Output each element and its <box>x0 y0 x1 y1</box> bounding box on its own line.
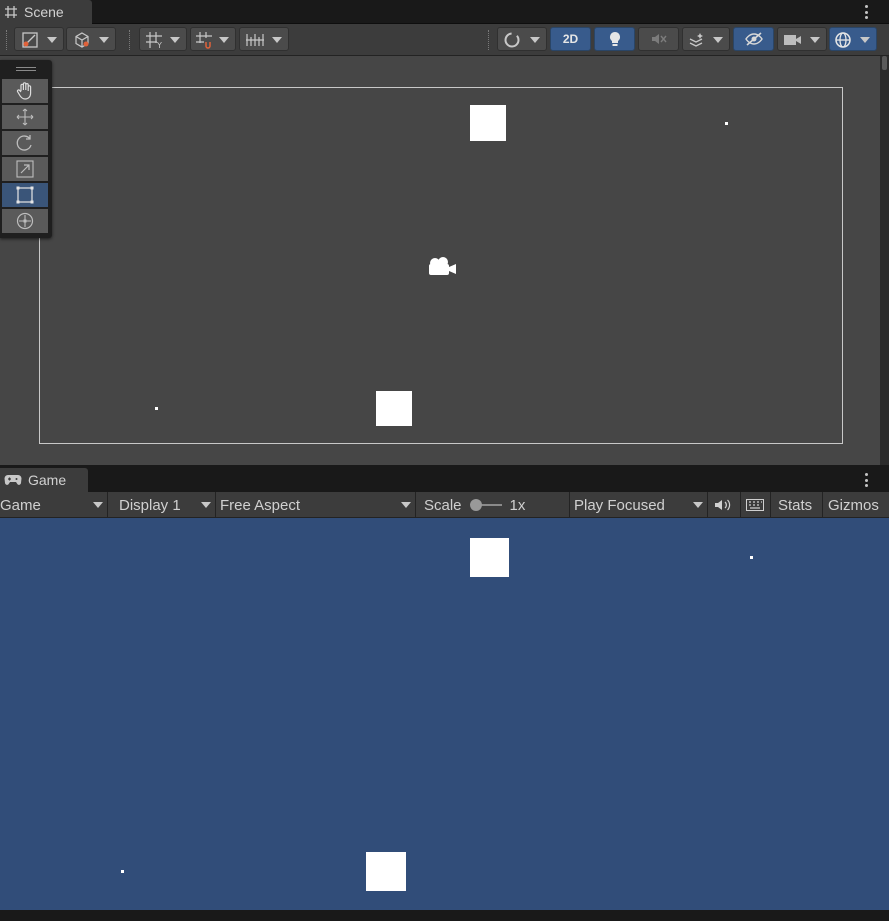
tab-game[interactable]: Game <box>0 468 88 492</box>
gamepad-icon <box>4 475 22 485</box>
hand-tool-button[interactable] <box>2 79 48 103</box>
increment-snap-dropdown[interactable] <box>190 27 236 51</box>
view-mode-label: Game <box>0 496 41 514</box>
game-white-square-top <box>470 538 509 577</box>
scene-tool-palette <box>0 60 52 238</box>
gizmos-dropdown[interactable] <box>829 27 877 51</box>
audio-mute-icon <box>651 34 667 44</box>
game-tab-bar: Game <box>0 468 889 492</box>
play-mode-dropdown[interactable]: Play Focused <box>570 492 708 518</box>
move-tool-button[interactable] <box>2 105 48 129</box>
game-right-edge <box>880 518 889 910</box>
orientation-dropdown[interactable] <box>497 27 547 51</box>
camera-gizmo-icon[interactable] <box>426 255 458 279</box>
tool-palette-grip[interactable] <box>16 67 36 71</box>
game-white-square-bottom <box>366 852 406 891</box>
effects-layers-icon <box>689 33 703 47</box>
align-icon <box>246 34 264 46</box>
gizmos-label: Gizmos <box>828 496 879 514</box>
draw-mode-dropdown[interactable] <box>66 27 116 51</box>
svg-text:Y: Y <box>156 41 162 49</box>
scene-white-dot-bottom[interactable] <box>155 407 158 410</box>
2d-mode-toggle[interactable]: 2D <box>550 27 591 51</box>
scene-tab-label: Scene <box>24 4 64 20</box>
scale-slider-group: Scale 1x <box>416 492 570 518</box>
grid-visibility-dropdown[interactable]: Y <box>139 27 187 51</box>
tab-scene[interactable]: Scene <box>0 0 92 24</box>
scene-tab-bar: Scene <box>0 0 889 24</box>
game-white-dot-bottom <box>121 870 124 873</box>
draw-mode-cube-icon <box>75 32 89 48</box>
view-mode-dropdown[interactable]: Game <box>0 492 108 518</box>
transform-tool-button[interactable] <box>2 209 48 233</box>
camera-dropdown[interactable] <box>777 27 827 51</box>
grid-hash-icon <box>5 6 17 18</box>
game-toolbar: Game Display 1 Free Aspect Scale 1x Play… <box>0 492 889 518</box>
scene-viewport[interactable] <box>0 56 880 465</box>
rotate-tool-icon <box>16 135 32 151</box>
tool-handle-icon <box>22 32 38 48</box>
scene-white-square-top[interactable] <box>470 105 506 141</box>
toolbar-separator <box>129 30 131 50</box>
gizmos-toggle[interactable]: Gizmos <box>823 492 881 518</box>
game-more-options-icon[interactable] <box>863 472 869 488</box>
shortcuts-toggle[interactable] <box>741 492 771 518</box>
lighting-toggle[interactable] <box>594 27 635 51</box>
display-label: Display 1 <box>119 496 181 514</box>
aspect-dropdown[interactable]: Free Aspect <box>216 492 416 518</box>
bottom-status-bar <box>0 910 889 921</box>
increment-snap-icon <box>196 32 212 49</box>
scale-label: Scale <box>424 496 462 514</box>
2d-mode-label: 2D <box>562 32 579 46</box>
hidden-objects-toggle[interactable] <box>733 27 774 51</box>
mute-audio-toggle[interactable] <box>708 492 741 518</box>
effects-dropdown[interactable] <box>682 27 730 51</box>
rect-tool-button[interactable] <box>2 183 48 207</box>
aspect-label: Free Aspect <box>220 496 301 514</box>
align-dropdown[interactable] <box>239 27 289 51</box>
stats-toggle[interactable]: Stats <box>771 492 823 518</box>
scale-tool-icon <box>16 160 34 178</box>
hand-tool-icon <box>16 82 32 100</box>
rect-tool-icon <box>16 186 34 204</box>
play-mode-label: Play Focused <box>574 496 665 514</box>
camera-icon <box>784 35 801 45</box>
keyboard-icon <box>746 499 764 511</box>
scene-vertical-scrollbar[interactable] <box>880 56 889 465</box>
game-white-dot-top <box>750 556 753 559</box>
speaker-icon <box>715 499 731 511</box>
scene-more-options-icon[interactable] <box>863 4 869 20</box>
audio-toggle[interactable] <box>638 27 679 51</box>
game-tab-label: Game <box>28 472 67 488</box>
hidden-objects-icon <box>744 32 763 46</box>
game-viewport[interactable] <box>0 518 880 910</box>
grid-snap-icon: Y <box>146 32 162 49</box>
scene-toolbar: Y 2D <box>0 24 889 56</box>
lighting-bulb-icon <box>609 32 620 46</box>
rotate-tool-button[interactable] <box>2 131 48 155</box>
move-tool-icon <box>16 108 34 126</box>
display-dropdown[interactable]: Display 1 <box>108 492 216 518</box>
gizmos-globe-icon <box>835 32 851 48</box>
toolbar-separator <box>488 30 490 50</box>
scene-white-square-bottom[interactable] <box>376 391 412 426</box>
stats-label: Stats <box>778 496 813 514</box>
scale-value: 1x <box>509 496 526 514</box>
scale-slider-knob[interactable] <box>469 499 482 511</box>
scene-white-dot-top[interactable] <box>725 122 728 125</box>
scale-slider[interactable] <box>469 499 502 511</box>
tool-handle-dropdown[interactable] <box>14 27 64 51</box>
orientation-gizmo-icon <box>504 32 520 48</box>
scale-tool-button[interactable] <box>2 157 48 181</box>
toolbar-grip[interactable] <box>6 30 8 50</box>
transform-tool-icon <box>16 212 34 230</box>
